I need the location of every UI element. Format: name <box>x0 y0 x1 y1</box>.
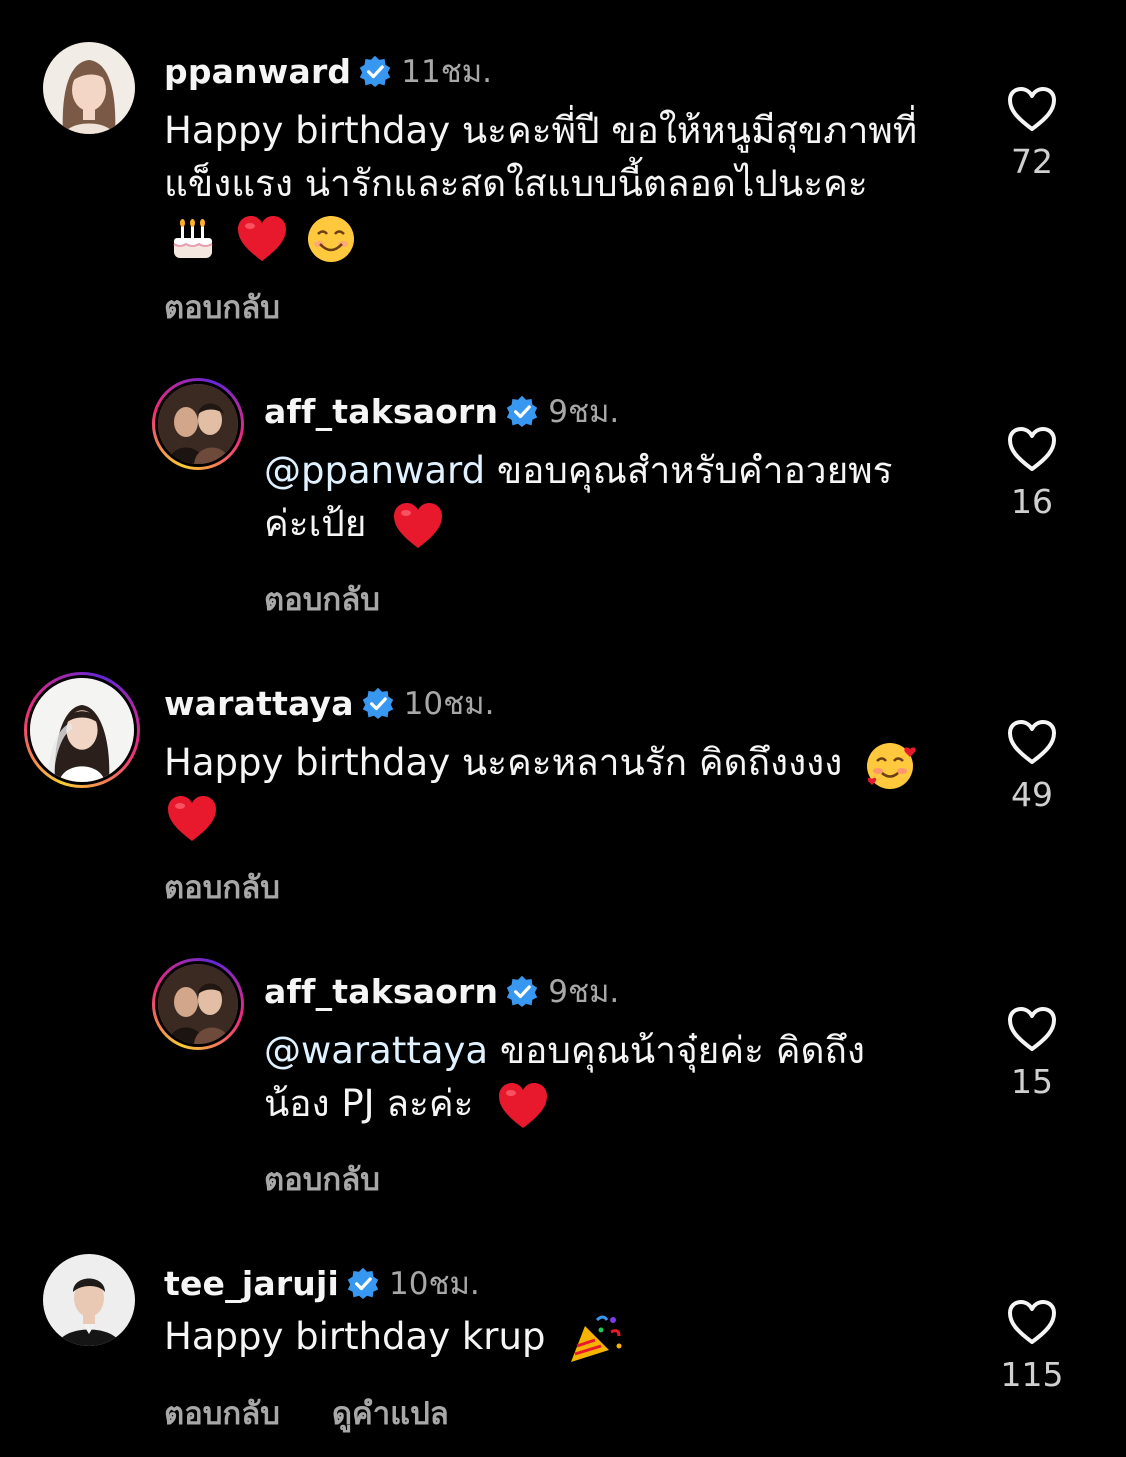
avatar[interactable] <box>152 958 244 1050</box>
red-heart-icon <box>166 794 218 844</box>
timestamp: 10ชม. <box>389 1266 480 1302</box>
comment-text: @warattaya ขอบคุณน้าจุ๋ยค่ะ คิดถึง น้อง … <box>264 1024 865 1131</box>
comment-line: ขอบคุณสำหรับคำอวยพร <box>485 449 893 492</box>
avatar[interactable] <box>43 42 135 134</box>
smiling-face-icon <box>306 214 356 264</box>
reply-button[interactable]: ตอบกลับ <box>164 1388 280 1438</box>
comment-text: Happy birthday นะคะหลานรัก คิดถึงงงง <box>164 736 918 847</box>
timestamp: 9ชม. <box>548 974 620 1010</box>
smiling-face-with-hearts-icon <box>864 739 918 791</box>
comment-line: แข็งแรง น่ารักและสดใสแบบนี้ตลอดไปนะคะ <box>164 162 868 205</box>
birthday-cake-icon <box>168 214 218 264</box>
mention-link[interactable]: @warattaya <box>264 1029 488 1072</box>
comment-text: Happy birthday นะคะพี่ปี ขอให้หนูมีสุขภา… <box>164 104 917 266</box>
comments-screen: ppanward 11ชม. Happy birthday นะคะพี่ปี … <box>0 0 1126 1457</box>
red-heart-icon <box>236 214 288 264</box>
verified-badge-icon <box>506 395 538 427</box>
username[interactable]: warattaya <box>164 684 354 723</box>
like-heart-icon[interactable] <box>1007 86 1057 132</box>
like-heart-icon[interactable] <box>1007 426 1057 472</box>
reply-button[interactable]: ตอบกลับ <box>164 862 280 912</box>
comment-line: Happy birthday นะคะหลานรัก คิดถึงงงง <box>164 741 843 784</box>
comment-line: Happy birthday นะคะพี่ปี ขอให้หนูมีสุขภา… <box>164 109 918 152</box>
comment-line: ขอบคุณน้าจุ๋ยค่ะ คิดถึง <box>488 1029 865 1072</box>
timestamp: 10ชม. <box>403 686 495 722</box>
username[interactable]: aff_taksaorn <box>264 972 498 1011</box>
like-count: 49 <box>1011 775 1053 814</box>
verified-badge-icon <box>506 975 538 1007</box>
like-heart-icon[interactable] <box>1007 1006 1057 1052</box>
red-heart-icon <box>497 1081 549 1131</box>
avatar[interactable] <box>24 672 140 788</box>
see-translation-button[interactable]: ดูคำแปล <box>332 1388 449 1438</box>
like-count: 16 <box>1011 482 1053 521</box>
verified-badge-icon <box>362 687 394 719</box>
like-heart-icon[interactable] <box>1007 719 1057 765</box>
red-heart-icon <box>392 501 444 551</box>
mention-link[interactable]: @ppanward <box>264 449 485 492</box>
like-count: 15 <box>1011 1062 1053 1101</box>
reply-button[interactable]: ตอบกลับ <box>264 1154 380 1204</box>
comment-line: ค่ะเป้ย <box>264 502 367 545</box>
avatar[interactable] <box>43 1254 135 1346</box>
party-popper-icon <box>567 1312 623 1366</box>
verified-badge-icon <box>347 1267 379 1299</box>
like-count: 115 <box>1000 1355 1064 1394</box>
username[interactable]: aff_taksaorn <box>264 392 498 431</box>
reply-button[interactable]: ตอบกลับ <box>164 282 280 332</box>
comment-text: Happy birthday krup <box>164 1310 623 1366</box>
timestamp: 11ชม. <box>401 54 493 90</box>
comment-line: น้อง PJ ละค่ะ <box>264 1082 474 1125</box>
like-heart-icon[interactable] <box>1007 1299 1057 1345</box>
like-count: 72 <box>1011 142 1053 181</box>
avatar[interactable] <box>152 378 244 470</box>
reply-button[interactable]: ตอบกลับ <box>264 574 380 624</box>
comment-line: Happy birthday krup <box>164 1315 546 1358</box>
username[interactable]: ppanward <box>164 52 351 91</box>
timestamp: 9ชม. <box>548 394 620 430</box>
verified-badge-icon <box>359 55 391 87</box>
username[interactable]: tee_jaruji <box>164 1264 339 1303</box>
comment-text: @ppanward ขอบคุณสำหรับคำอวยพร ค่ะเป้ย <box>264 444 893 551</box>
